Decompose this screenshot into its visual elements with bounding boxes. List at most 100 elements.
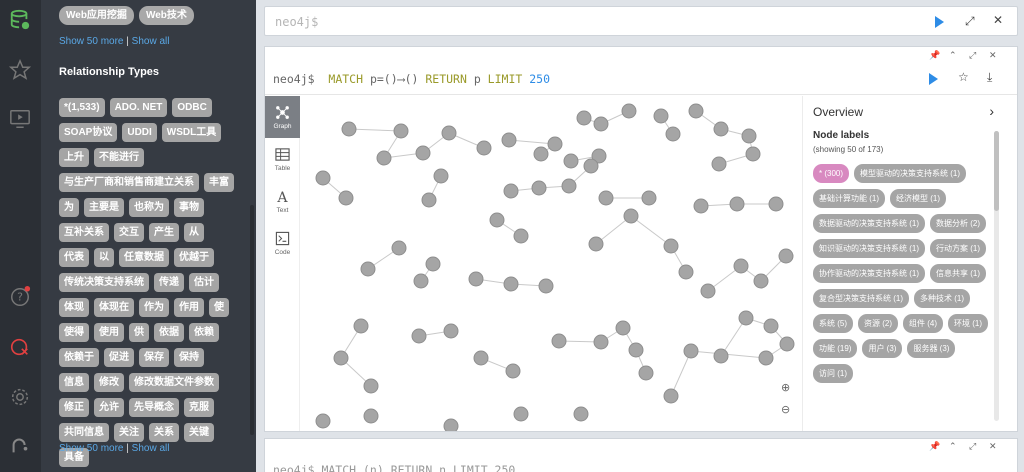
label-chip[interactable]: 访问 (1) [813,364,853,383]
graph-node[interactable] [615,320,631,336]
close-frame-icon[interactable]: ✕ [989,50,997,61]
label-chip[interactable]: 传递 [154,273,184,292]
graph-canvas[interactable] [301,96,801,431]
label-chip[interactable]: 代表 [59,248,89,267]
frame-query[interactable]: neo4j$ MATCH p=()⟶() RETURN p LIMIT 250 [273,72,550,86]
show-all-link[interactable]: Show all [132,36,170,47]
graph-node[interactable] [473,350,489,366]
label-chip[interactable]: 用户 (3) [862,339,903,358]
label-chip[interactable]: 以 [94,248,114,267]
graph-node[interactable] [663,238,679,254]
graph-node[interactable] [505,363,521,379]
fullscreen-icon[interactable]: ⤢ [969,50,976,61]
graph-node[interactable] [598,190,614,206]
label-chip[interactable]: 共同信息 [59,423,109,442]
label-chip[interactable]: 经济模型 (1) [890,189,946,208]
graph-node[interactable] [663,388,679,404]
pin-icon[interactable]: 📌 [929,441,940,452]
graph-node[interactable] [741,128,757,144]
view-text-button[interactable]: A Text [265,180,300,222]
graph-node[interactable] [593,116,609,132]
graph-node[interactable] [693,198,709,214]
label-chip[interactable]: 信息共享 (1) [930,264,986,283]
label-chip[interactable]: 先导概念 [129,398,179,417]
graph-node[interactable] [547,136,563,152]
label-chip[interactable]: 多种技术 (1) [914,289,970,308]
database-icon[interactable] [8,8,32,32]
graph-node[interactable] [421,192,437,208]
graph-node[interactable] [561,178,577,194]
label-chip[interactable]: 供 [129,323,149,342]
view-table-button[interactable]: Table [265,138,300,180]
graph-node[interactable] [583,158,599,174]
fullscreen-icon[interactable]: ⤢ [969,441,976,452]
monitor-play-icon[interactable] [8,107,32,131]
graph-node[interactable] [513,228,529,244]
graph-node[interactable] [441,125,457,141]
label-chip[interactable]: 优越于 [174,248,214,267]
label-chip[interactable]: 上升 [59,148,89,167]
run-button[interactable] [935,16,944,28]
graph-node[interactable] [551,333,567,349]
label-chip[interactable]: 保存 [139,348,169,367]
label-chip[interactable]: 依赖 [189,323,219,342]
label-chip[interactable]: ODBC [172,98,212,117]
gear-icon[interactable] [8,385,32,409]
graph-node[interactable] [360,261,376,277]
graph-node[interactable] [753,273,769,289]
label-chip[interactable]: 环境 (1) [948,314,988,333]
graph-node[interactable] [711,156,727,172]
graph-node[interactable] [376,150,392,166]
label-chip[interactable]: 组件 (4) [903,314,943,333]
graph-node[interactable] [641,190,657,206]
graph-node[interactable] [623,208,639,224]
graph-node[interactable] [513,406,529,422]
label-chip[interactable]: 修改 [94,373,124,392]
label-chip[interactable]: 事物 [174,198,204,217]
graph-node[interactable] [363,378,379,394]
label-chip[interactable]: 允许 [94,398,124,417]
label-chip[interactable]: 体现在 [94,298,134,317]
label-chip[interactable]: 基础计算功能 (1) [813,189,885,208]
graph-node[interactable] [443,418,459,431]
favorite-star-icon[interactable]: ☆ [958,70,969,84]
editor-prompt[interactable]: neo4j$ [275,15,318,29]
graph-node[interactable] [683,343,699,359]
label-chip[interactable]: 数据分析 (2) [930,214,986,233]
graph-node[interactable] [338,190,354,206]
label-chip[interactable]: 修正 [59,398,89,417]
graph-svg[interactable] [301,96,801,431]
label-chip[interactable]: 产生 [149,223,179,242]
zoom-out-icon[interactable]: ⊖ [781,403,790,416]
graph-node[interactable] [501,132,517,148]
label-chip[interactable]: 作为 [139,298,169,317]
graph-node[interactable] [333,350,349,366]
graph-node[interactable] [393,123,409,139]
graph-node[interactable] [745,146,761,162]
graph-node[interactable] [593,334,609,350]
graph-node[interactable] [700,283,716,299]
label-chip[interactable]: 信息 [59,373,89,392]
graph-node[interactable] [665,126,681,142]
graph-node[interactable] [779,336,795,352]
label-chip[interactable]: *(1,533) [59,98,105,117]
graph-node[interactable] [758,350,774,366]
graph-node[interactable] [678,264,694,280]
view-graph-button[interactable]: Graph [265,96,300,138]
graph-node[interactable] [638,365,654,381]
label-chip[interactable]: 不能进行 [94,148,144,167]
graph-node[interactable] [433,168,449,184]
graph-node[interactable] [713,121,729,137]
graph-node[interactable] [653,108,669,124]
label-chip[interactable]: 数据驱动的决策支持系统 (1) [813,214,925,233]
show-all-link[interactable]: Show all [132,443,170,454]
label-chip[interactable]: 关系 [149,423,179,442]
graph-node[interactable] [415,145,431,161]
graph-node[interactable] [729,196,745,212]
graph-node[interactable] [733,258,749,274]
label-chip[interactable]: 主要是 [84,198,124,217]
graph-node[interactable] [411,328,427,344]
graph-node[interactable] [315,413,331,429]
graph-node[interactable] [688,103,704,119]
label-chip[interactable]: 功能 (19) [813,339,858,358]
